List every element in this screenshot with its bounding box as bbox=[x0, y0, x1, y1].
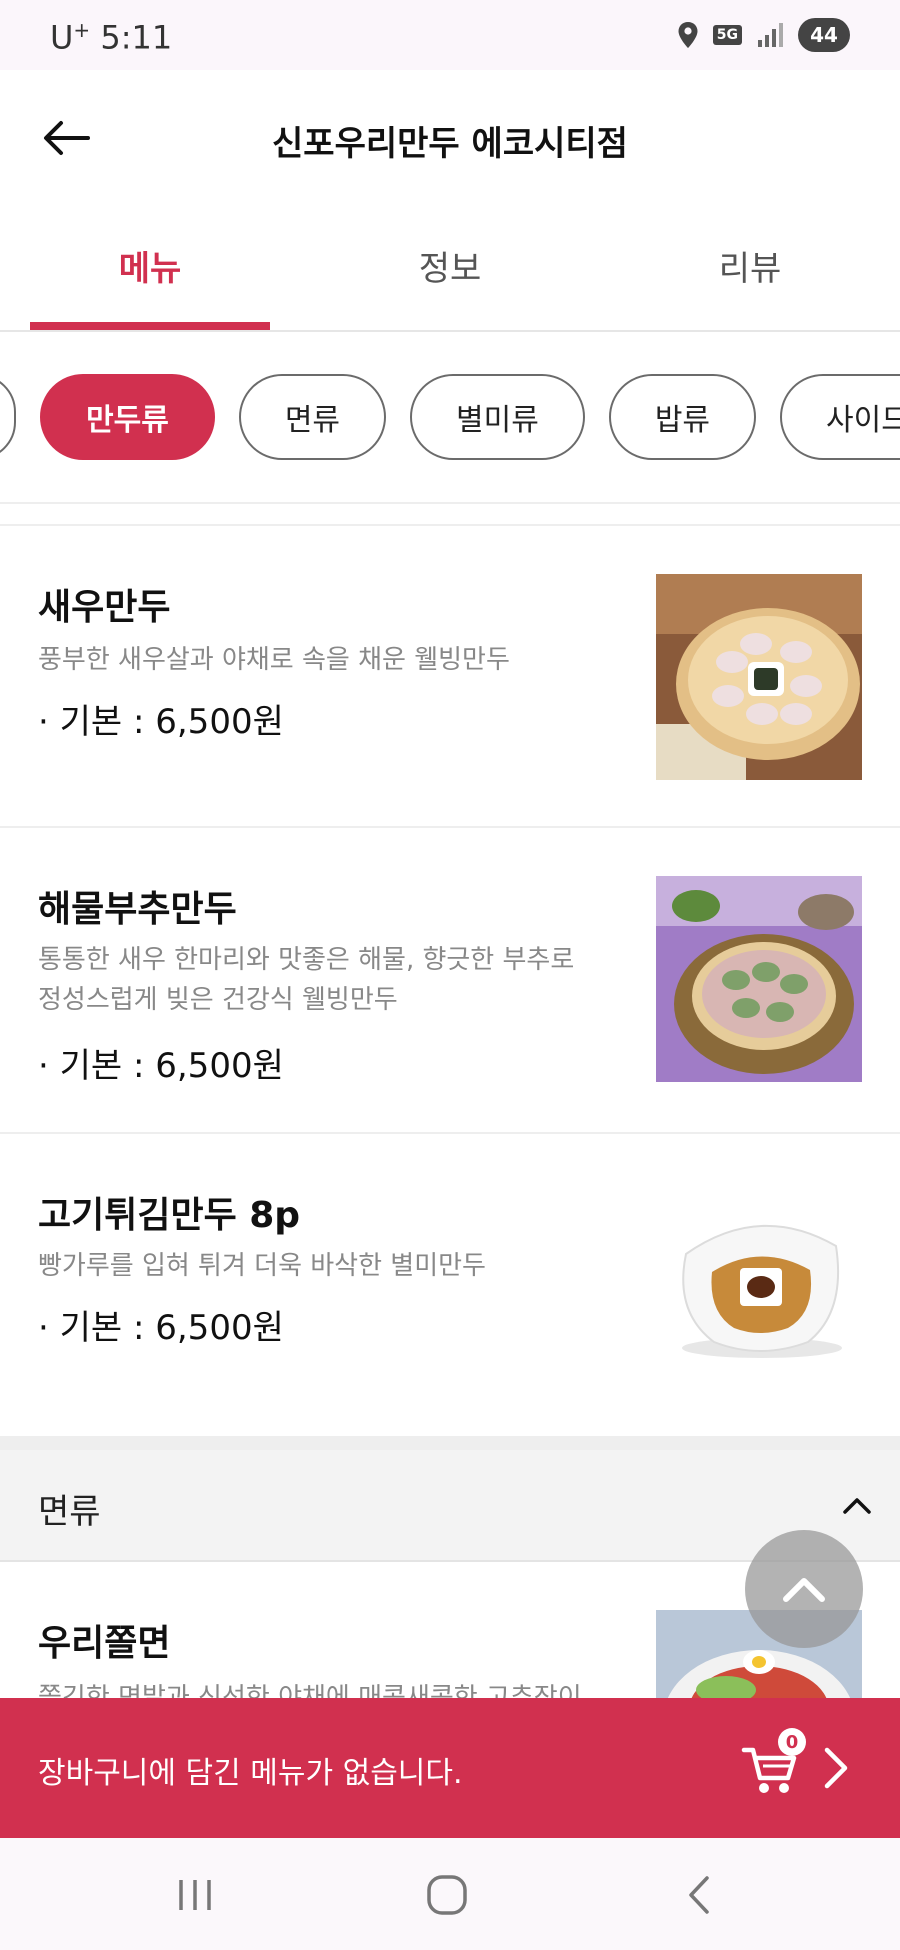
cart-count-badge: 0 bbox=[778, 1728, 806, 1756]
menu-item-photo bbox=[656, 876, 862, 1082]
status-icons: 5G 44 bbox=[677, 18, 850, 52]
menu-item-name: 고기튀김만두 8p bbox=[38, 1195, 301, 1236]
status-bar: U+ 5:11 5G 44 bbox=[0, 0, 900, 70]
cart-bar[interactable]: 장바구니에 담긴 메뉴가 없습니다. 0 bbox=[0, 1698, 900, 1838]
menu-item-description: 풍부한 새우살과 야채로 속을 채운 웰빙만두 bbox=[38, 645, 510, 675]
menu-list: 새우만두 풍부한 새우살과 야채로 속을 채운 웰빙만두 · 기본 : 6,50… bbox=[0, 524, 900, 1434]
menu-item-photo bbox=[656, 1182, 862, 1388]
carrier-plus: + bbox=[73, 18, 91, 42]
recent-apps-icon bbox=[179, 1880, 211, 1910]
battery-icon: 44 bbox=[798, 18, 850, 52]
menu-item-description-line: 통통한 새우 한마리와 맛좋은 해물, 향긋한 부추로 bbox=[38, 945, 575, 975]
section-title: 면류 bbox=[38, 1492, 101, 1532]
chevron-right-icon bbox=[824, 1747, 848, 1789]
section-divider bbox=[0, 1436, 900, 1450]
chip-rice[interactable]: 밥류 bbox=[608, 374, 757, 460]
back-chevron-icon bbox=[689, 1876, 709, 1914]
app-header: 신포우리만두 에코시티점 bbox=[0, 70, 900, 200]
recent-apps-button[interactable] bbox=[150, 1860, 240, 1930]
chip-dumplings[interactable]: 만두류 bbox=[40, 374, 215, 460]
menu-item-name: 새우만두 bbox=[38, 587, 171, 628]
menu-item-name: 해물부추만두 bbox=[38, 889, 237, 930]
home-icon bbox=[427, 1875, 467, 1915]
menu-item-photo bbox=[656, 574, 862, 780]
chip-category-previous[interactable] bbox=[0, 374, 16, 460]
menu-item-description: 빵가루를 입혀 튀겨 더욱 바삭한 별미만두 bbox=[38, 1251, 486, 1281]
home-button[interactable] bbox=[402, 1860, 492, 1930]
menu-item-price: · 기본 : 6,500원 bbox=[38, 702, 284, 742]
tab-info[interactable]: 정보 bbox=[300, 200, 600, 330]
carrier-label: U bbox=[50, 18, 74, 57]
scroll-to-top-button[interactable] bbox=[745, 1530, 863, 1648]
chip-noodles[interactable]: 면류 bbox=[238, 374, 387, 460]
collapse-button[interactable] bbox=[832, 1480, 882, 1530]
category-chips: 만두류 면류 별미류 밥류 사이드 bbox=[0, 332, 900, 504]
chip-specials[interactable]: 별미류 bbox=[410, 374, 585, 460]
menu-item-description-line: 정성스럽게 빚은 건강식 웰빙만두 bbox=[38, 985, 398, 1015]
location-icon bbox=[678, 22, 698, 48]
menu-item-price: · 기본 : 6,500원 bbox=[38, 1046, 284, 1086]
chip-side[interactable]: 사이드 bbox=[780, 374, 900, 460]
cart-empty-message: 장바구니에 담긴 메뉴가 없습니다. bbox=[38, 1756, 463, 1791]
menu-item[interactable]: 새우만두 풍부한 새우살과 야채로 속을 채운 웰빙만두 · 기본 : 6,50… bbox=[0, 524, 900, 826]
tab-bar: 메뉴 정보 리뷰 bbox=[0, 200, 900, 332]
store-title: 신포우리만두 에코시티점 bbox=[272, 124, 628, 164]
system-back-button[interactable] bbox=[654, 1860, 744, 1930]
menu-item-price: · 기본 : 6,500원 bbox=[38, 1308, 284, 1348]
menu-item-description: 쫄깃한 면발과 신선한 야채에 매콤새콤한 고추장이 bbox=[38, 1683, 582, 1698]
tab-menu[interactable]: 메뉴 bbox=[0, 200, 300, 330]
system-nav-bar bbox=[0, 1838, 900, 1950]
tab-review[interactable]: 리뷰 bbox=[600, 200, 900, 330]
menu-item[interactable]: 고기튀김만두 8p 빵가루를 입혀 튀겨 더욱 바삭한 별미만두 · 기본 : … bbox=[0, 1132, 900, 1434]
chevron-up-icon bbox=[783, 1578, 825, 1602]
menu-item-name: 우리쫄면 bbox=[38, 1623, 171, 1664]
clock: 5:11 bbox=[100, 18, 173, 57]
signal-icon bbox=[758, 23, 783, 47]
menu-item[interactable]: 해물부추만두 통통한 새우 한마리와 맛좋은 해물, 향긋한 부추로 정성스럽게… bbox=[0, 826, 900, 1132]
network-5g-icon: 5G bbox=[712, 25, 742, 45]
chevron-up-icon bbox=[843, 1498, 871, 1514]
carrier-time: U+ 5:11 bbox=[50, 18, 172, 57]
menu-item-description: 통통한 새우 한마리와 맛좋은 해물, 향긋한 부추로 정성스럽게 빚은 건강식… bbox=[38, 940, 598, 1020]
cart-open-button[interactable] bbox=[816, 1742, 856, 1794]
